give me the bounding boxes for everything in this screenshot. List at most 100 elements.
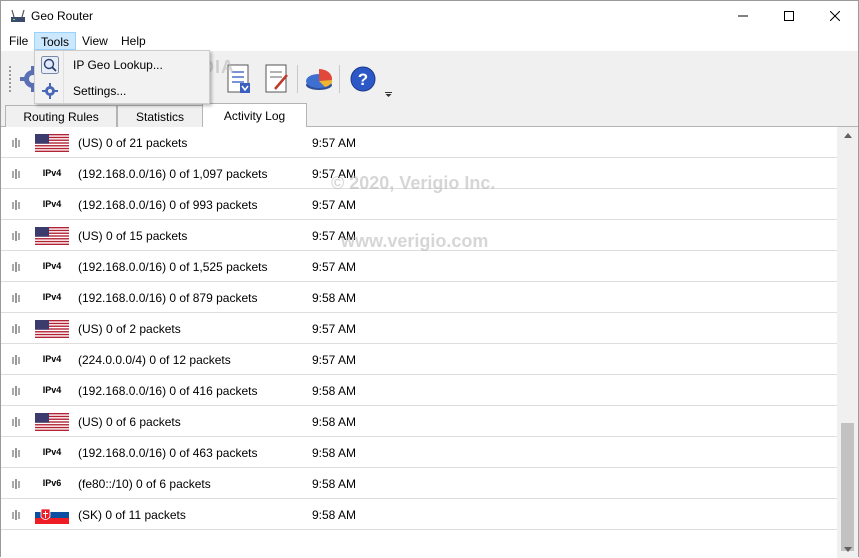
minimize-icon [738, 15, 748, 17]
tab-statistics[interactable]: Statistics [117, 105, 203, 127]
log-description: (224.0.0.0/4) 0 of 12 packets [78, 353, 231, 367]
tab-label: Routing Rules [23, 109, 99, 124]
log-time: 9:57 AM [312, 229, 357, 243]
log-description: (fe80::/10) 0 of 6 packets [78, 477, 211, 491]
log-description: (192.168.0.0/16) 0 of 1,097 packets [78, 167, 268, 181]
signal-icon [12, 137, 22, 149]
signal-icon [12, 230, 22, 242]
log-description: (192.168.0.0/16) 0 of 416 packets [78, 384, 258, 398]
toolbar-help-button[interactable]: ? [345, 61, 381, 97]
toolbar-separator [339, 65, 340, 93]
scroll-down-button[interactable] [837, 541, 858, 558]
table-row[interactable]: IPv4 (192.168.0.0/16) 0 of 463 packets 9:5… [1, 437, 837, 468]
signal-icon [12, 261, 22, 273]
log-description: (192.168.0.0/16) 0 of 993 packets [78, 198, 258, 212]
help-icon: ? [350, 66, 376, 92]
table-row[interactable]: IPv4 (192.168.0.0/16) 0 of 1,525 packets 9… [1, 251, 837, 282]
activity-log-list[interactable]: (SK) 0 of 11 packets 9:58 AM IPv6 (fe80::/1… [1, 127, 858, 558]
vertical-scrollbar[interactable] [837, 127, 858, 558]
maximize-icon [784, 11, 794, 21]
tab-label: Statistics [135, 109, 184, 124]
us-flag-icon [35, 227, 69, 245]
table-row[interactable]: (SK) 0 of 11 packets 9:58 AM [1, 499, 837, 530]
app-window: Geo Router File Tools View Help ? Routin… [0, 0, 859, 558]
signal-icon [12, 385, 22, 397]
signal-icon [12, 354, 22, 366]
menu-bar: File Tools View Help [1, 31, 858, 51]
tools-dropdown-menu: IP Geo Lookup... Settings... [34, 50, 210, 104]
log-time: 9:58 AM [312, 477, 357, 491]
log-time: 9:58 AM [312, 291, 357, 305]
signal-icon [12, 323, 22, 335]
table-row[interactable]: IPv4 (192.168.0.0/16) 0 of 993 packets 9:5… [1, 189, 837, 220]
table-row[interactable]: (US) 0 of 21 packets 9:57 AM [1, 127, 837, 158]
tab-bar: Routing Rules Statistics Activity Log [1, 103, 858, 128]
signal-icon [12, 478, 22, 490]
ip-version-badge: IPv4 [42, 354, 62, 364]
log-time: 9:58 AM [312, 446, 357, 460]
signal-icon [12, 416, 22, 428]
maximize-button[interactable] [766, 1, 812, 31]
log-description: (SK) 0 of 11 packets [78, 508, 186, 522]
table-row[interactable]: IPv4 (192.168.0.0/16) 0 of 416 packets 9:5… [1, 375, 837, 406]
menu-view[interactable]: View [76, 32, 114, 50]
log-time: 9:57 AM [312, 167, 357, 181]
table-row[interactable]: (US) 0 of 2 packets 9:57 AM [1, 313, 837, 344]
table-row[interactable]: IPv6 (fe80::/10) 0 of 6 packets 9:58 AM [1, 468, 837, 499]
table-row[interactable]: (US) 0 of 15 packets 9:57 AM [1, 220, 837, 251]
ip-version-badge: IPv4 [42, 385, 62, 395]
toolbar-grip[interactable] [9, 66, 12, 92]
menu-tools[interactable]: Tools [34, 32, 77, 50]
tab-label: Activity Log [223, 109, 286, 123]
log-description: (192.168.0.0/16) 0 of 463 packets [78, 446, 258, 460]
table-row[interactable]: IPv4 (192.168.0.0/16) 0 of 879 packets 9:5… [1, 282, 837, 313]
signal-icon [12, 509, 22, 521]
signal-icon [12, 199, 22, 211]
ip-version-badge: IPv4 [42, 292, 62, 302]
window-title: Geo Router [31, 9, 94, 23]
toolbar-statistics-button[interactable] [301, 61, 337, 97]
us-flag-icon [35, 320, 69, 338]
log-description: (192.168.0.0/16) 0 of 1,525 packets [78, 260, 268, 274]
menu-file[interactable]: File [3, 32, 34, 50]
scroll-up-button[interactable] [837, 127, 858, 144]
log-time: 9:57 AM [312, 136, 357, 150]
ip-version-badge: IPv4 [42, 447, 62, 457]
menu-item-settings[interactable]: Settings... [37, 79, 207, 103]
log-time: 9:58 AM [312, 415, 357, 429]
menu-item-label: IP Geo Lookup... [73, 58, 163, 72]
ip-version-badge: IPv4 [42, 261, 62, 271]
scroll-up-icon [843, 133, 852, 138]
table-row[interactable]: IPv4 (192.168.0.0/16) 0 of 1,097 packets 9… [1, 158, 837, 189]
log-time: 9:58 AM [312, 384, 357, 398]
table-row[interactable]: (US) 0 of 6 packets 9:58 AM [1, 406, 837, 437]
ip-version-badge: IPv6 [42, 478, 62, 488]
toolbar-log-button[interactable] [221, 61, 257, 97]
log-time: 9:57 AM [312, 260, 357, 274]
toolbar-edit-button[interactable] [259, 61, 295, 97]
tab-activity-log[interactable]: Activity Log [202, 103, 307, 128]
title-bar[interactable]: Geo Router [1, 1, 858, 31]
toolbar-overflow-button[interactable] [385, 91, 392, 100]
table-row[interactable]: IPv4 (224.0.0.0/4) 0 of 12 packets 9:57 AM [1, 344, 837, 375]
magnifier-globe-icon [41, 56, 59, 74]
ip-version-badge: IPv4 [42, 168, 62, 178]
log-description: (US) 0 of 2 packets [78, 322, 181, 336]
signal-icon [12, 168, 22, 180]
scroll-down-icon [843, 547, 852, 552]
us-flag-icon [35, 413, 69, 431]
tab-routing-rules[interactable]: Routing Rules [5, 105, 117, 127]
ip-version-badge: IPv4 [42, 199, 62, 209]
scroll-thumb[interactable] [841, 423, 854, 551]
menu-item-ip-geo-lookup[interactable]: IP Geo Lookup... [37, 53, 207, 77]
settings-gear-icon [42, 83, 58, 99]
sk-flag-icon [35, 506, 69, 524]
log-time: 9:57 AM [312, 353, 357, 367]
log-description: (US) 0 of 15 packets [78, 229, 188, 243]
signal-icon [12, 292, 22, 304]
close-icon [830, 11, 840, 21]
menu-help[interactable]: Help [115, 32, 152, 50]
close-button[interactable] [812, 1, 858, 31]
minimize-button[interactable] [720, 1, 766, 31]
statistics-pie-icon [306, 68, 333, 90]
